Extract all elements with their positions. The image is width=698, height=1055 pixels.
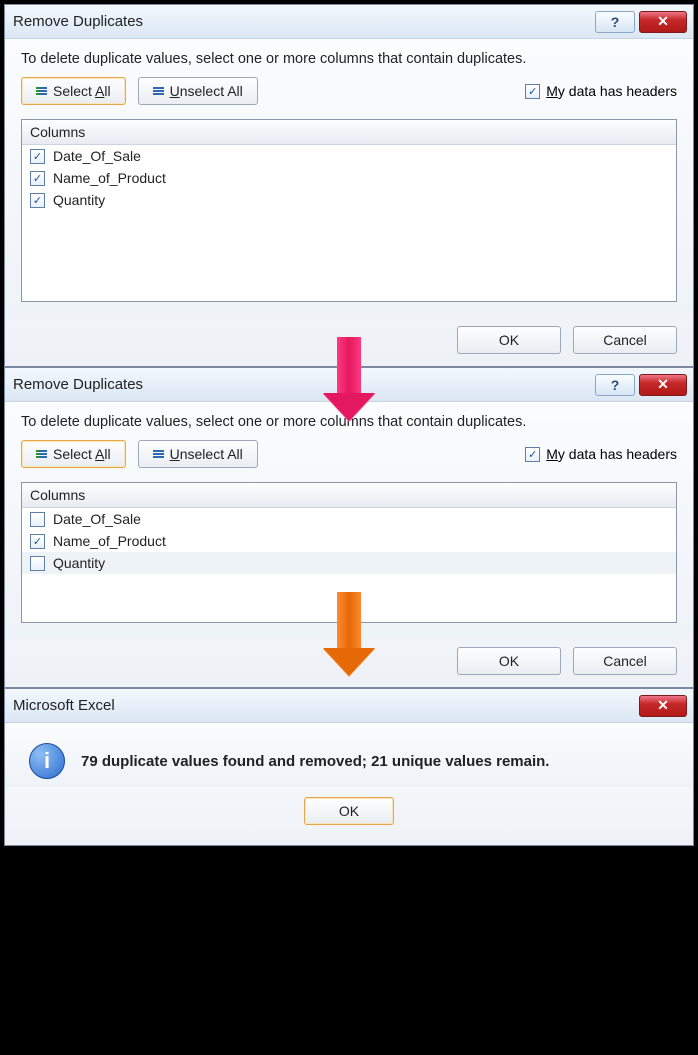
column-label: Name_of_Product [53, 533, 166, 549]
column-label: Date_Of_Sale [53, 511, 141, 527]
column-checkbox[interactable]: ✓ [30, 149, 45, 164]
cancel-button[interactable]: Cancel [573, 647, 677, 675]
arrow-down-icon [323, 592, 375, 676]
headers-checkbox-wrap[interactable]: ✓ My data has headers [525, 446, 677, 462]
headers-checkbox[interactable]: ✓ [525, 447, 540, 462]
ok-button[interactable]: OK [457, 647, 561, 675]
ok-button[interactable]: OK [304, 797, 394, 825]
unselect-all-label: Unselect All [170, 83, 243, 99]
list-item[interactable]: ✓ Date_Of_Sale [22, 145, 676, 167]
select-all-icon [36, 87, 47, 95]
list-item[interactable]: Quantity [22, 552, 676, 574]
columns-header: Columns [22, 483, 676, 508]
column-checkbox[interactable] [30, 512, 45, 527]
listbox-filler [22, 211, 676, 301]
dialog-footer: OK [5, 787, 693, 845]
result-message: 79 duplicate values found and removed; 2… [81, 753, 549, 770]
dialog-title: Remove Duplicates [13, 376, 143, 393]
titlebar-controls: ✕ [639, 695, 687, 717]
columns-listbox[interactable]: Columns ✓ Date_Of_Sale ✓ Name_of_Product… [21, 119, 677, 302]
close-button[interactable]: ✕ [639, 695, 687, 717]
column-checkbox[interactable]: ✓ [30, 171, 45, 186]
select-all-button[interactable]: Select All [21, 440, 126, 468]
column-checkbox[interactable]: ✓ [30, 534, 45, 549]
unselect-all-label: Unselect All [170, 446, 243, 462]
help-button[interactable]: ? [595, 374, 635, 396]
column-checkbox[interactable] [30, 556, 45, 571]
headers-checkbox-wrap[interactable]: ✓ My data has headers [525, 83, 677, 99]
titlebar: Microsoft Excel ✕ [5, 689, 693, 723]
list-item[interactable]: Date_Of_Sale [22, 508, 676, 530]
close-button[interactable]: ✕ [639, 11, 687, 33]
unselect-all-button[interactable]: Unselect All [138, 77, 258, 105]
instruction-text: To delete duplicate values, select one o… [21, 51, 677, 67]
columns-header: Columns [22, 120, 676, 145]
list-item[interactable]: ✓ Quantity [22, 189, 676, 211]
arrow-down-icon [323, 337, 375, 421]
titlebar: Remove Duplicates ? ✕ [5, 5, 693, 39]
help-button[interactable]: ? [595, 11, 635, 33]
titlebar-controls: ? ✕ [595, 374, 687, 396]
result-messagebox: Microsoft Excel ✕ i 79 duplicate values … [4, 688, 694, 846]
column-label: Quantity [53, 192, 105, 208]
select-all-button[interactable]: Select All [21, 77, 126, 105]
headers-checkbox[interactable]: ✓ [525, 84, 540, 99]
select-all-icon [36, 450, 47, 458]
ok-button[interactable]: OK [457, 326, 561, 354]
headers-label: My data has headers [546, 83, 677, 99]
column-label: Date_Of_Sale [53, 148, 141, 164]
unselect-all-button[interactable]: Unselect All [138, 440, 258, 468]
column-checkbox[interactable]: ✓ [30, 193, 45, 208]
close-button[interactable]: ✕ [639, 374, 687, 396]
list-item[interactable]: ✓ Name_of_Product [22, 167, 676, 189]
list-item[interactable]: ✓ Name_of_Product [22, 530, 676, 552]
column-label: Name_of_Product [53, 170, 166, 186]
remove-duplicates-dialog-1: Remove Duplicates ? ✕ To delete duplicat… [4, 4, 694, 367]
unselect-all-icon [153, 450, 164, 458]
select-all-label: Select All [53, 83, 111, 99]
info-icon: i [29, 743, 65, 779]
dialog-title: Remove Duplicates [13, 13, 143, 30]
column-label: Quantity [53, 555, 105, 571]
select-all-label: Select All [53, 446, 111, 462]
unselect-all-icon [153, 87, 164, 95]
headers-label: My data has headers [546, 446, 677, 462]
dialog-title: Microsoft Excel [13, 697, 115, 714]
titlebar-controls: ? ✕ [595, 11, 687, 33]
cancel-button[interactable]: Cancel [573, 326, 677, 354]
